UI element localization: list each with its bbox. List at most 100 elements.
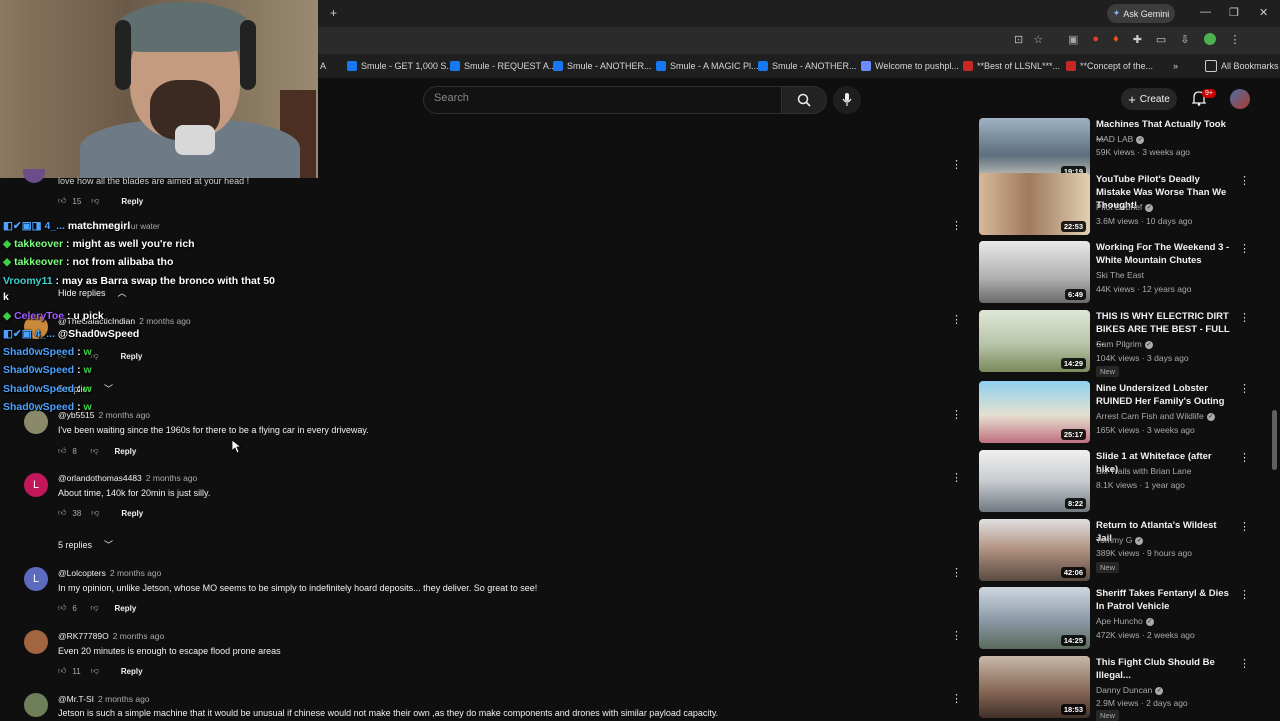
comment-author[interactable]: @Lolcopters 2 months ago [58, 568, 161, 578]
comment-author[interactable]: @Mr.T-SI 2 months ago [58, 694, 150, 704]
comment-menu-icon[interactable]: ⋮ [951, 313, 962, 326]
comment-avatar[interactable]: L [24, 473, 48, 497]
like-icon[interactable]: 👍︎ [58, 446, 66, 456]
reply-button[interactable]: Reply [121, 197, 143, 206]
reply-button[interactable]: Reply [121, 509, 143, 518]
reply-button[interactable]: Reply [121, 352, 143, 361]
dislike-icon[interactable]: 👎︎ [91, 666, 99, 676]
video-channel[interactable]: Ape Huncho ✓ [1096, 616, 1154, 626]
like-icon[interactable]: 👍︎ [58, 666, 66, 676]
video-thumbnail[interactable]: 8:22 [979, 450, 1090, 512]
comment-menu-icon[interactable]: ⋮ [951, 566, 962, 579]
comment-menu-icon[interactable]: ⋮ [951, 158, 962, 171]
comment-menu-icon[interactable]: ⋮ [951, 692, 962, 705]
ask-gemini-button[interactable]: ✦ Ask Gemini [1107, 4, 1175, 23]
puzzle-icon[interactable]: ✚ [1133, 33, 1142, 46]
comment-menu-icon[interactable]: ⋮ [951, 629, 962, 642]
dislike-icon[interactable]: 👎︎ [90, 603, 98, 613]
video-menu-icon[interactable]: ⋮ [1239, 242, 1250, 255]
video-thumbnail[interactable]: 14:29 [979, 310, 1090, 372]
page-icon [1066, 61, 1076, 71]
like-icon[interactable]: 👍︎ [58, 603, 66, 613]
close-icon[interactable]: ✕ [1259, 6, 1268, 19]
bookmark-item[interactable]: **Best of LLSNL***... [963, 58, 1060, 74]
video-menu-icon[interactable]: ⋮ [1239, 588, 1250, 601]
video-thumbnail[interactable]: 42:06 [979, 519, 1090, 581]
video-title[interactable]: Sheriff Takes Fentanyl & Dies In Patrol … [1096, 587, 1231, 613]
voice-search-button[interactable] [833, 86, 861, 114]
bookmark-item[interactable]: Smule - ANOTHER... [553, 58, 652, 74]
video-channel[interactable]: Arrest Cam Fish and Wildlife ✓ [1096, 411, 1215, 421]
search-button[interactable] [781, 86, 827, 114]
minimize-icon[interactable]: — [1200, 6, 1211, 18]
page-scrollbar[interactable] [1272, 410, 1277, 470]
video-menu-icon[interactable]: ⋮ [1239, 451, 1250, 464]
reply-button[interactable]: Reply [115, 604, 137, 613]
like-icon[interactable]: 👍︎ [58, 508, 66, 518]
account-avatar[interactable] [1230, 89, 1250, 109]
all-bookmarks[interactable]: All Bookmarks [1205, 58, 1279, 74]
video-thumbnail[interactable]: 18:53 [979, 656, 1090, 718]
video-menu-icon[interactable]: ⋮ [1239, 311, 1250, 324]
extension-red-icon[interactable]: ● [1092, 33, 1099, 46]
video-thumbnail[interactable]: 6:49 [979, 241, 1090, 303]
comment-menu-icon[interactable]: ⋮ [951, 408, 962, 421]
comment-avatar[interactable] [24, 630, 48, 654]
bookmark-item[interactable]: Smule - A MAGIC Pl... [656, 58, 759, 74]
view-replies-button[interactable]: 5 replies ﹀ [58, 538, 113, 551]
sidepanel-icon[interactable]: ▭ [1156, 33, 1166, 46]
video-channel[interactable]: Ski Trails with Brian Lane [1096, 466, 1191, 476]
video-menu-icon[interactable]: ⋮ [1239, 382, 1250, 395]
dislike-icon[interactable]: 👎︎ [91, 508, 99, 518]
comment-avatar[interactable] [24, 410, 48, 434]
bookmark-item[interactable]: Smule - REQUEST A... [450, 58, 556, 74]
video-thumbnail[interactable]: 25:17 [979, 381, 1090, 443]
hide-replies-button[interactable]: Hide replies ︿ [58, 286, 127, 299]
video-channel[interactable]: Ski The East [1096, 270, 1144, 280]
like-icon[interactable]: 👍︎ [58, 196, 66, 206]
downloads-icon[interactable]: ⇩ [1180, 33, 1189, 46]
video-menu-icon[interactable]: ⋮ [1239, 657, 1250, 670]
address-bar-icons: ⊡ ☆ [1014, 33, 1043, 46]
extension-icon[interactable]: ▣ [1068, 33, 1078, 46]
restore-icon[interactable]: ❐ [1229, 6, 1239, 19]
video-menu-icon[interactable]: ⋮ [1239, 520, 1250, 533]
comment-menu-icon[interactable]: ⋮ [951, 219, 962, 232]
video-channel[interactable]: Sam Pilgrim ✓ [1096, 339, 1153, 349]
create-button[interactable]: + Create [1121, 88, 1177, 110]
video-channel[interactable]: Pilot Debrief ✓ [1096, 202, 1154, 212]
comment-menu-icon[interactable]: ⋮ [951, 471, 962, 484]
video-thumbnail[interactable]: 19:19 [979, 118, 1090, 180]
video-thumbnail[interactable]: 22:53 [979, 173, 1090, 235]
comment-avatar[interactable] [23, 169, 45, 183]
bookmark-item[interactable]: Smule - GET 1,000 S... [347, 58, 454, 74]
video-channel[interactable]: Danny Duncan ✓ [1096, 685, 1164, 695]
reply-button[interactable]: Reply [115, 447, 137, 456]
search-input[interactable] [423, 86, 783, 114]
bookmark-item[interactable]: Welcome to pushpl... [861, 58, 959, 74]
bookmark-item[interactable]: **Concept of the... [1066, 58, 1153, 74]
comment-author[interactable]: @orlandothomas4483 2 months ago [58, 473, 197, 483]
bookmark-fragment[interactable]: A [320, 58, 326, 74]
video-channel[interactable]: MAD LAB ✓ [1096, 134, 1145, 144]
comment-author[interactable]: @RK77789O 2 months ago [58, 631, 164, 641]
extension-flame-icon[interactable]: ♦ [1113, 33, 1119, 46]
profile-icon[interactable] [1203, 33, 1216, 45]
video-menu-icon[interactable]: ⋮ [1239, 174, 1250, 187]
dislike-icon[interactable]: 👎︎ [91, 196, 99, 206]
reply-button[interactable]: Reply [121, 667, 143, 676]
video-title[interactable]: Working For The Weekend 3 - White Mounta… [1096, 241, 1231, 267]
comment-avatar[interactable]: L [24, 567, 48, 591]
video-title[interactable]: Nine Undersized Lobster RUINED Her Famil… [1096, 382, 1231, 408]
video-channel[interactable]: Tommy G ✓ [1096, 535, 1144, 545]
new-tab-button[interactable]: + [330, 6, 337, 20]
comment-avatar[interactable] [24, 693, 48, 717]
bookmark-item[interactable]: Smule - ANOTHER... [758, 58, 857, 74]
menu-icon[interactable]: ⋮ [1230, 33, 1241, 46]
video-title[interactable]: This Fight Club Should Be Illegal... [1096, 656, 1231, 682]
dislike-icon[interactable]: 👎︎ [90, 446, 98, 456]
install-icon[interactable]: ⊡ [1014, 33, 1023, 46]
video-thumbnail[interactable]: 14:25 [979, 587, 1090, 649]
bookmark-star-icon[interactable]: ☆ [1033, 33, 1043, 46]
bookmarks-overflow[interactable]: » [1173, 58, 1178, 74]
